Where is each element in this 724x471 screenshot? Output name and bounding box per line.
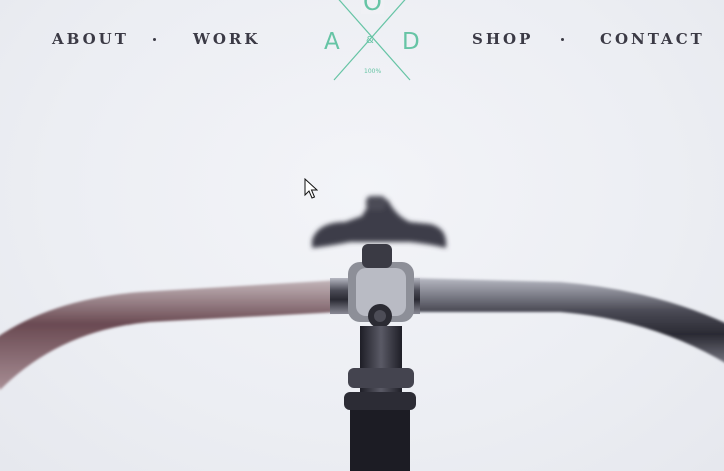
- nav-separator-dot: [153, 38, 156, 41]
- logo-letter-top: O: [361, 0, 384, 14]
- nav-link-shop[interactable]: SHOP: [472, 30, 533, 48]
- site-logo[interactable]: O A & D 100%: [322, 0, 422, 82]
- mouse-pointer-icon: [304, 178, 318, 199]
- logo-ampersand: &: [366, 35, 374, 46]
- main-navigation: ABOUT WORK O A & D 100% SHOP CONTACT: [0, 0, 724, 82]
- nav-link-contact[interactable]: CONTACT: [600, 30, 705, 48]
- nav-link-about[interactable]: ABOUT: [52, 30, 129, 48]
- logo-letter-left: A: [324, 29, 340, 55]
- logo-letter-right: D: [402, 29, 420, 55]
- logo-tagline: 100%: [364, 68, 382, 75]
- nav-link-work[interactable]: WORK: [193, 30, 260, 48]
- nav-separator-dot: [561, 38, 564, 41]
